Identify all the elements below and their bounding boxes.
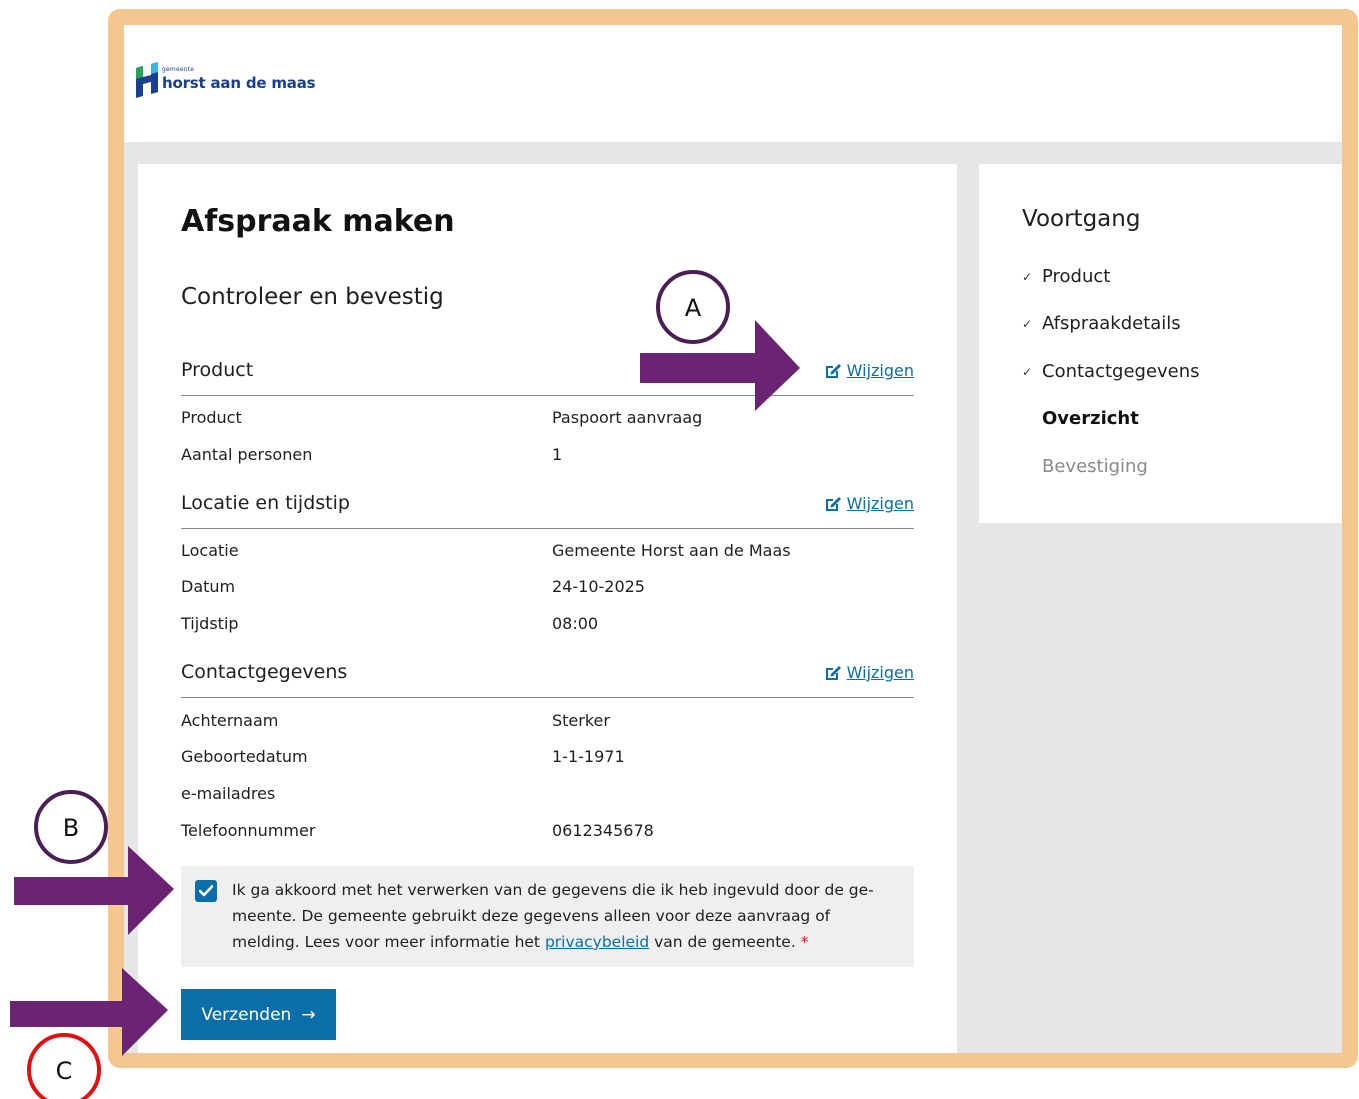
annotation-label-a: A (685, 294, 702, 322)
annotation-layer: A B C (10, 270, 800, 1099)
annotation-label-c: C (56, 1057, 73, 1085)
arrow-b-icon (14, 846, 174, 935)
annotation-label-b: B (63, 814, 79, 842)
arrow-a-icon (640, 320, 800, 411)
